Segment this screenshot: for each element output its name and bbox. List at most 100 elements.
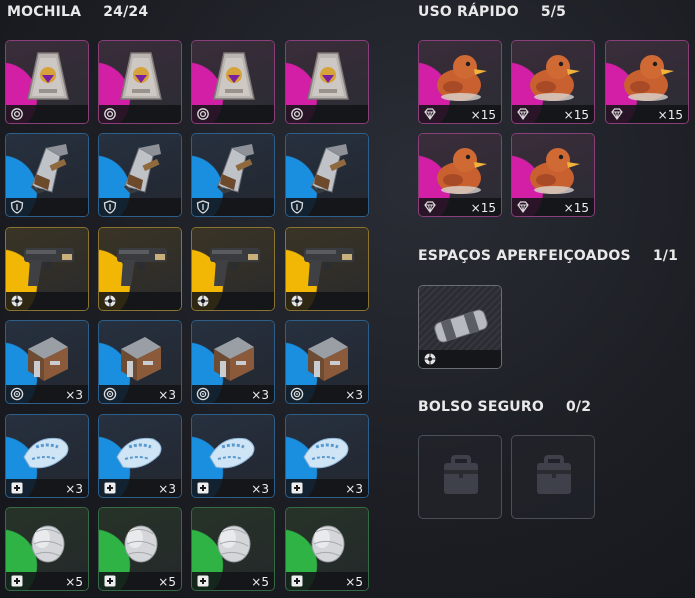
slot-footer: ×3 [192, 479, 274, 497]
quick-use-count: 5/5 [540, 4, 567, 20]
quick-use-slot[interactable]: ×15 [418, 133, 502, 217]
shield-icon [290, 200, 304, 214]
bandage-icon [209, 437, 255, 469]
slot-footer [419, 350, 501, 368]
backpack-slot[interactable] [285, 133, 369, 217]
target-icon [103, 387, 117, 401]
bandage-icon [23, 437, 69, 469]
target-icon [196, 387, 210, 401]
bandage-icon [116, 437, 162, 469]
crate-icon [214, 337, 254, 381]
rubber-duck-icon [437, 148, 487, 194]
backpack-slot[interactable] [98, 40, 182, 124]
pouch-icon [27, 52, 69, 100]
target-icon [290, 387, 304, 401]
backpack-title: MOCHILA [7, 4, 82, 20]
slot-footer [6, 292, 88, 310]
pouch-icon [307, 52, 349, 100]
backpack-slot[interactable] [285, 40, 369, 124]
safe-pocket-title: BOLSO SEGURO [418, 399, 544, 415]
lock-icon [444, 455, 478, 494]
backpack-slot[interactable]: ×5 [98, 507, 182, 591]
wrap-icon [217, 525, 251, 563]
backpack-slot[interactable]: ×3 [98, 414, 182, 498]
backpack-slot[interactable]: ×3 [191, 414, 275, 498]
quantity-label: ×5 [251, 575, 269, 589]
pistol-icon [24, 248, 74, 286]
slot-footer [6, 105, 88, 123]
quick-use-slot[interactable]: ×15 [418, 40, 502, 124]
backpack-slot[interactable] [5, 40, 89, 124]
diamond-icon [517, 201, 529, 214]
quick-use-slot[interactable]: ×15 [511, 40, 595, 124]
backpack-slot[interactable]: ×5 [285, 507, 369, 591]
upgraded-count: 1/1 [652, 248, 679, 264]
backpack-slot[interactable] [191, 227, 275, 311]
backpack-slot[interactable] [285, 227, 369, 311]
slot-footer: ×3 [99, 479, 181, 497]
quantity-label: ×3 [251, 388, 269, 402]
quick-use-header: USO RÁPIDO 5/5 [418, 4, 566, 20]
wrap-icon [31, 525, 65, 563]
slot-footer [99, 105, 181, 123]
backpack-slot[interactable]: ×5 [5, 507, 89, 591]
quick-use-slot[interactable]: ×15 [511, 133, 595, 217]
quantity-label: ×15 [563, 108, 589, 122]
pistol-icon [117, 248, 167, 286]
crate-icon [308, 337, 348, 381]
quantity-label: ×3 [345, 482, 363, 496]
slot-footer: ×15 [419, 105, 501, 123]
slot-footer: ×5 [6, 572, 88, 590]
lock-icon [537, 455, 571, 494]
backpack-slot[interactable]: ×3 [191, 320, 275, 404]
fingerprint-icon [104, 108, 116, 120]
jetpack-icon [310, 144, 348, 194]
fingerprint-icon [291, 108, 303, 120]
diamond-icon [611, 108, 623, 121]
backpack-slot[interactable] [5, 133, 89, 217]
quantity-label: ×15 [563, 201, 589, 215]
slot-footer: ×15 [606, 105, 688, 123]
quick-use-slot[interactable]: ×15 [605, 40, 689, 124]
backpack-slot[interactable]: ×3 [5, 320, 89, 404]
backpack-slot[interactable] [98, 133, 182, 217]
slot-footer [99, 198, 181, 216]
safe-pocket-slot[interactable] [418, 435, 502, 519]
slot-footer: ×15 [512, 105, 594, 123]
backpack-slot[interactable] [98, 227, 182, 311]
slot-footer: ×5 [99, 572, 181, 590]
safe-pocket-slot[interactable] [511, 435, 595, 519]
slot-footer: ×3 [192, 385, 274, 403]
shield-icon [103, 200, 117, 214]
upgraded-title: ESPAÇOS APERFEIÇOADOS [418, 248, 631, 264]
quantity-label: ×5 [158, 575, 176, 589]
shield-icon [196, 200, 210, 214]
quantity-label: ×3 [251, 482, 269, 496]
slot-footer [99, 292, 181, 310]
backpack-slot[interactable] [191, 40, 275, 124]
backpack-slot[interactable]: ×3 [285, 320, 369, 404]
aperture-icon [11, 295, 23, 307]
quantity-label: ×3 [65, 482, 83, 496]
shield-icon [10, 200, 24, 214]
backpack-slot[interactable]: ×3 [5, 414, 89, 498]
backpack-slot[interactable] [5, 227, 89, 311]
jetpack-icon [30, 144, 68, 194]
wrap-icon [311, 525, 345, 563]
backpack-slot[interactable]: ×3 [98, 320, 182, 404]
slot-footer: ×3 [6, 385, 88, 403]
backpack-count: 24/24 [103, 4, 149, 20]
slot-footer: ×3 [286, 479, 368, 497]
slot-footer: ×3 [99, 385, 181, 403]
pistol-icon [210, 248, 260, 286]
upgraded-slot[interactable] [418, 285, 502, 369]
safe-pocket-count: 0/2 [565, 399, 592, 415]
diamond-icon [424, 108, 436, 121]
pouch-icon [120, 52, 162, 100]
quantity-label: ×5 [345, 575, 363, 589]
rubber-duck-icon [624, 55, 674, 101]
backpack-slot[interactable]: ×3 [285, 414, 369, 498]
diamond-icon [424, 201, 436, 214]
backpack-slot[interactable] [191, 133, 275, 217]
backpack-slot[interactable]: ×5 [191, 507, 275, 591]
